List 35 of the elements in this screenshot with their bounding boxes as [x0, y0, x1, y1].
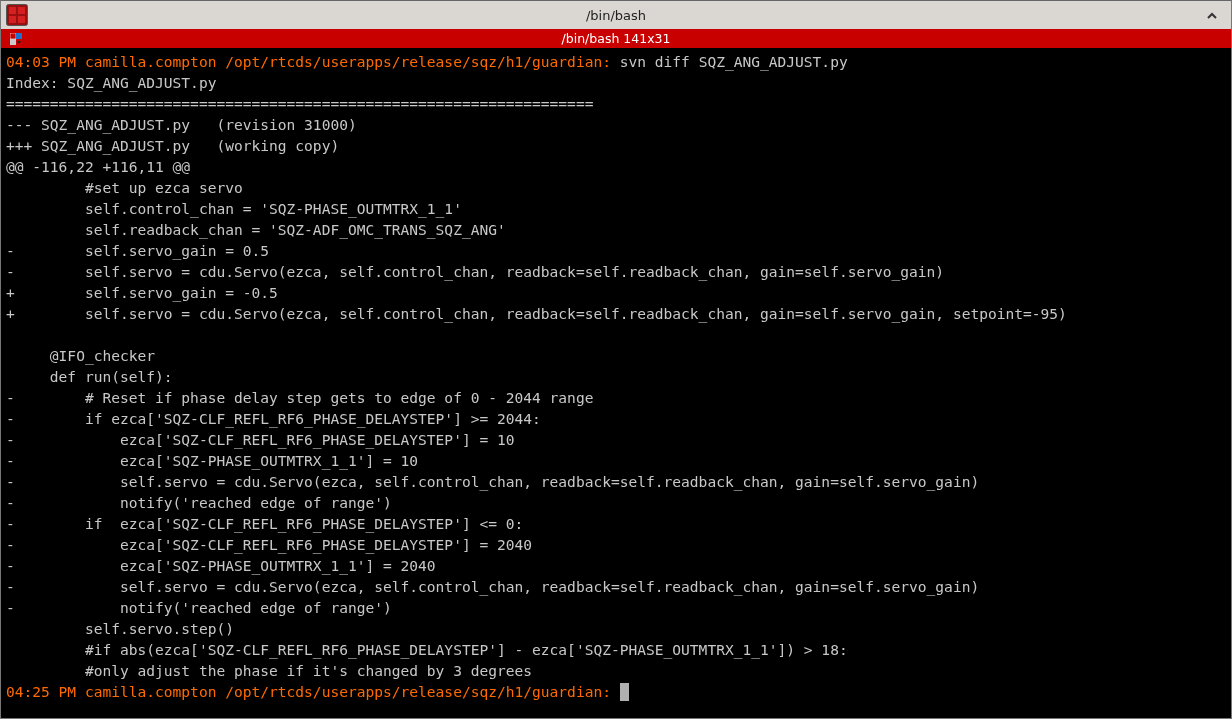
output-line: self.control_chan = 'SQZ-PHASE_OUTMTRX_1_1' — [83, 199, 462, 219]
window-title: /bin/bash — [585, 7, 647, 23]
output-line: #set up ezca servo — [83, 178, 243, 198]
tab-title: /bin/bash 141x31 — [561, 31, 671, 46]
output-line: - self.servo = cdu.Servo(ezca, self.control_chan, readback=self.readback_chan, gain=self.servo_gain) — [6, 262, 945, 282]
command-text: svn diff SQZ_ANG_ADJUST.py — [619, 52, 848, 72]
output-line: - ezca['SQZ-PHASE_OUTMTRX_1_1'] = 2040 — [6, 556, 436, 576]
output-line: self.readback_chan = 'SQZ-ADF_OMC_TRANS_SQZ_ANG' — [83, 220, 506, 240]
output-line: #only adjust the phase if it's changed by 3 degrees — [83, 661, 533, 681]
output-line: + self.servo_gain = -0.5 — [6, 283, 278, 303]
output-line: - # Reset if phase delay step gets to edge of 0 - 2044 range — [6, 388, 594, 408]
output-line: def run(self): — [48, 367, 173, 387]
output-line: - self.servo = cdu.Servo(ezca, self.control_chan, readback=self.readback_chan, gain=self.servo_gain) — [6, 577, 980, 597]
output-line: #if abs(ezca['SQZ-CLF_REFL_RF6_PHASE_DELAYSTEP'] - ezca['SQZ-PHASE_OUTMTRX_1_1']) > 18: — [83, 640, 848, 660]
maximize-icon[interactable] — [1207, 11, 1217, 19]
output-line: - if ezca['SQZ-CLF_REFL_RF6_PHASE_DELAYSTEP'] >= 2044: — [6, 409, 541, 429]
split-view-icon[interactable] — [10, 32, 22, 45]
output-line: - self.servo = cdu.Servo(ezca, self.control_chan, readback=self.readback_chan, gain=self.servo_gain) — [6, 472, 980, 492]
output-line: - if ezca['SQZ-CLF_REFL_RF6_PHASE_DELAYSTEP'] <= 0: — [6, 514, 524, 534]
output-line: - ezca['SQZ-PHASE_OUTMTRX_1_1'] = 10 — [6, 451, 419, 471]
output-line: - ezca['SQZ-CLF_REFL_RF6_PHASE_DELAYSTEP'] = 10 — [6, 430, 515, 450]
output-line: - notify('reached edge of range') — [6, 598, 392, 618]
output-line: =================================================================== — [6, 94, 594, 114]
output-line: +++ SQZ_ANG_ADJUST.py (working copy) — [6, 136, 340, 156]
output-line: self.servo.step() — [83, 619, 234, 639]
output-line: Index: SQZ_ANG_ADJUST.py — [6, 73, 217, 93]
output-line: - ezca['SQZ-CLF_REFL_RF6_PHASE_DELAYSTEP'] = 2040 — [6, 535, 533, 555]
output-line: - self.servo_gain = 0.5 — [6, 241, 270, 261]
output-line: @@ -116,22 +116,11 @@ — [6, 157, 191, 177]
output-line: - notify('reached edge of range') — [6, 493, 392, 513]
output-line: + self.servo = cdu.Servo(ezca, self.control_chan, readback=self.readback_chan, gain=self.servo_gain, setpoint=-95) — [6, 304, 1067, 324]
shell-prompt: 04:25 PM camilla.compton /opt/rtcds/userapps/release/sqz/h1/guardian: — [6, 682, 611, 702]
output-line: @IFO_checker — [48, 346, 156, 366]
shell-prompt: 04:03 PM camilla.compton /opt/rtcds/userapps/release/sqz/h1/guardian: — [6, 52, 611, 72]
output-line: --- SQZ_ANG_ADJUST.py (revision 31000) — [6, 115, 357, 135]
